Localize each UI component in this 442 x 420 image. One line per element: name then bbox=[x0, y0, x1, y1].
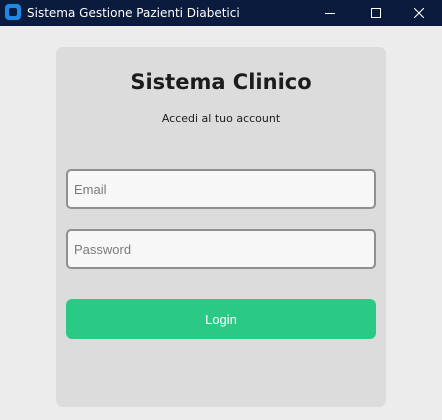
minimize-button[interactable] bbox=[307, 0, 353, 26]
password-field[interactable] bbox=[66, 229, 376, 269]
app-icon bbox=[5, 4, 21, 20]
login-title: Sistema Clinico bbox=[130, 70, 312, 94]
login-card: Sistema Clinico Accedi al tuo account Lo… bbox=[56, 47, 386, 407]
email-input[interactable] bbox=[68, 171, 374, 207]
app-icon-inner bbox=[9, 8, 17, 16]
close-button[interactable] bbox=[396, 0, 442, 26]
maximize-button[interactable] bbox=[353, 0, 399, 26]
email-field[interactable] bbox=[66, 169, 376, 209]
password-input[interactable] bbox=[68, 231, 374, 267]
maximize-icon bbox=[371, 8, 381, 18]
close-icon bbox=[414, 8, 424, 18]
window-title: Sistema Gestione Pazienti Diabetici bbox=[27, 6, 240, 20]
minimize-icon bbox=[325, 13, 335, 14]
title-bar[interactable]: Sistema Gestione Pazienti Diabetici bbox=[0, 0, 442, 26]
login-subtitle: Accedi al tuo account bbox=[161, 112, 281, 125]
login-button[interactable]: Login bbox=[66, 299, 376, 339]
